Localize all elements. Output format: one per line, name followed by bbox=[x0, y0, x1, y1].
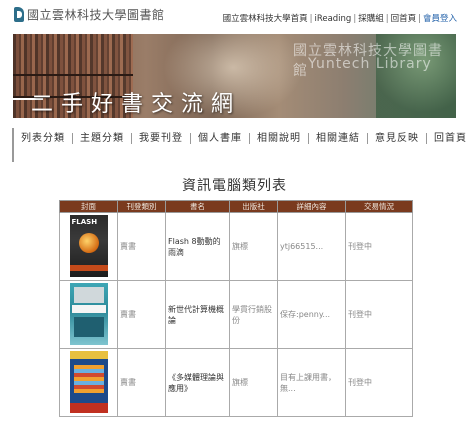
table-header-row: 封面 刊登類別 書名 出版社 詳細內容 交易情況 bbox=[59, 200, 413, 213]
status-cell: 刊登中 bbox=[345, 280, 413, 349]
cover-cell: FLASH bbox=[59, 212, 118, 281]
header-status: 交易情況 bbox=[345, 200, 413, 213]
nav-item-help[interactable]: 相關說明 bbox=[250, 132, 309, 144]
banner: 國立雲林科技大學圖書館 Yuntech Library 二手好書交流網 bbox=[13, 34, 456, 118]
link-acquisitions[interactable]: 採購組 bbox=[358, 14, 384, 24]
book-title-link[interactable]: Flash 8動動的雨滴 bbox=[165, 212, 230, 281]
publisher-cell: 旗標 bbox=[229, 348, 278, 417]
link-ireading[interactable]: iReading bbox=[314, 14, 351, 24]
table-row: 賣書 新世代計算機概論 學貫行銷股份 保存:penny... 刊登中 bbox=[59, 280, 413, 349]
top-links: 國立雲林科技大學首頁 | iReading | 採購組 | 回首頁 | 會員登入 bbox=[222, 14, 457, 24]
status-cell: 刊登中 bbox=[345, 212, 413, 281]
flash-book-cover[interactable]: FLASH bbox=[69, 214, 108, 277]
library-logo-icon bbox=[14, 7, 24, 22]
link-yuntech-home[interactable]: 國立雲林科技大學首頁 bbox=[223, 14, 308, 24]
header-title: 書名 bbox=[165, 200, 230, 213]
nav-item-home[interactable]: 回首頁 bbox=[427, 133, 469, 144]
computer-book-cover[interactable] bbox=[69, 282, 108, 345]
nav-item-topic-category[interactable]: 主題分類 bbox=[73, 132, 132, 144]
cover-cell bbox=[59, 348, 118, 417]
member-login-link[interactable]: 會員登入 bbox=[423, 14, 457, 24]
header-cover: 封面 bbox=[59, 200, 118, 213]
link-home[interactable]: 回首頁 bbox=[391, 14, 417, 24]
header-detail: 詳細內容 bbox=[277, 200, 346, 213]
table-row: FLASH 賣書 Flash 8動動的雨滴 旗標 ytj66515... 刊登中 bbox=[59, 212, 413, 281]
book-list-table: 封面 刊登類別 書名 出版社 詳細內容 交易情況 FLASH 賣書 Flash … bbox=[59, 200, 413, 417]
category-cell: 賣書 bbox=[117, 212, 166, 281]
detail-link[interactable]: 目有上課用書，無... bbox=[277, 348, 346, 417]
nav-item-my-library[interactable]: 個人書庫 bbox=[191, 132, 250, 144]
banner-title: 二手好書交流網 bbox=[31, 92, 242, 117]
book-title-link[interactable]: 《多媒體理論與應用》 bbox=[165, 348, 230, 417]
library-logo[interactable]: 國立雲林科技大學圖書館 bbox=[14, 6, 165, 23]
banner-library-name-en: Yuntech Library bbox=[308, 56, 432, 72]
main-nav: 列表分類 主題分類 我要刊登 個人書庫 相關說明 相關連結 意見反映 回首頁 bbox=[12, 128, 466, 148]
publisher-cell: 學貫行銷股份 bbox=[229, 280, 278, 349]
book-title-link[interactable]: 新世代計算機概論 bbox=[165, 280, 230, 349]
detail-link[interactable]: 保存:penny... bbox=[277, 280, 346, 349]
nav-item-links[interactable]: 相關連結 bbox=[309, 132, 368, 144]
detail-link[interactable]: ytj66515... bbox=[277, 212, 346, 281]
status-cell: 刊登中 bbox=[345, 348, 413, 417]
header-publisher: 出版社 bbox=[229, 200, 278, 213]
multimedia-book-cover[interactable] bbox=[69, 350, 108, 413]
top-bar: 國立雲林科技大學圖書館 國立雲林科技大學首頁 | iReading | 採購組 | 回首頁 |… bbox=[0, 0, 469, 32]
page-title: 資訊電腦類列表 bbox=[182, 178, 287, 194]
table-row: 賣書 《多媒體理論與應用》 旗標 目有上課用書，無... 刊登中 bbox=[59, 348, 413, 417]
cover-cell bbox=[59, 280, 118, 349]
category-cell: 賣書 bbox=[117, 280, 166, 349]
library-logo-text: 國立雲林科技大學圖書館 bbox=[27, 8, 165, 22]
publisher-cell: 旗標 bbox=[229, 212, 278, 281]
nav-item-feedback[interactable]: 意見反映 bbox=[368, 132, 427, 144]
header-category: 刊登類別 bbox=[117, 200, 166, 213]
category-cell: 賣書 bbox=[117, 348, 166, 417]
nav-item-list-category[interactable]: 列表分類 bbox=[14, 132, 73, 144]
nav-item-post[interactable]: 我要刊登 bbox=[132, 132, 191, 144]
